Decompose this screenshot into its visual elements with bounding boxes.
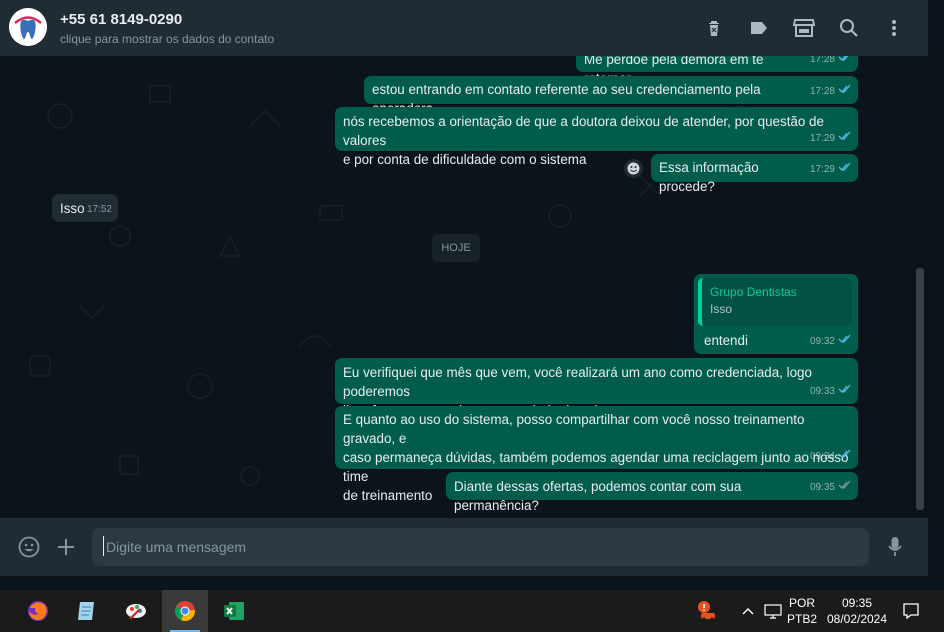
chat-header: +55 61 8149-0290 clique para mostrar os …	[0, 0, 928, 56]
text-caret	[103, 536, 104, 556]
message-meta: 09:34	[810, 447, 852, 466]
quoted-text: Isso	[710, 302, 733, 316]
quoted-author: Grupo Dentistas	[710, 285, 797, 299]
notifications-icon[interactable]	[898, 590, 924, 632]
message-time: 17:29	[809, 133, 835, 144]
message-time: 09:34	[809, 451, 835, 462]
message-list[interactable]: Me perdoe pela demora em te retornar 17:…	[0, 56, 928, 518]
store-icon[interactable]	[792, 16, 816, 40]
chrome-icon[interactable]	[162, 590, 208, 632]
message-bubble-outgoing[interactable]: estou entrando em contato referente ao s…	[364, 76, 858, 116]
contact-info-hint[interactable]: clique para mostrar os dados do contato	[60, 32, 274, 46]
keyboard-layout: PTB2	[786, 612, 817, 626]
date-divider: HOJE	[432, 234, 480, 262]
quoted-message[interactable]: Grupo Dentistas Isso	[698, 278, 852, 326]
double-check-icon	[838, 382, 852, 401]
message-composer: Digite uma mensagem	[0, 518, 928, 576]
message-text: Essa informação procede?	[659, 160, 759, 194]
message-input[interactable]: Digite uma mensagem	[92, 528, 869, 566]
paint-icon[interactable]	[113, 590, 159, 632]
clock-date: 08/02/2024	[826, 612, 888, 626]
trash-icon[interactable]	[702, 16, 726, 40]
language-code: POR	[788, 596, 815, 610]
message-bubble-outgoing[interactable]: nós recebemos a orientação de que a dout…	[335, 107, 858, 167]
notepad-icon[interactable]	[64, 590, 110, 632]
message-meta: 17:29	[810, 129, 852, 148]
message-time: 17:28	[809, 56, 835, 65]
attach-plus-icon[interactable]	[54, 535, 78, 559]
react-emoji-icon[interactable]	[624, 159, 643, 178]
message-time: 09:35	[809, 482, 835, 493]
double-check-icon	[838, 160, 852, 179]
message-time: 17:52	[86, 204, 112, 215]
firefox-icon[interactable]	[15, 590, 61, 632]
double-check-icon	[838, 56, 852, 69]
double-check-icon	[838, 478, 852, 497]
contact-name[interactable]: +55 61 8149-0290	[60, 11, 182, 28]
network-icon[interactable]	[762, 590, 784, 632]
update-warning-icon[interactable]	[692, 590, 720, 632]
windows-taskbar: POR PTB2 09:35 08/02/2024	[0, 590, 944, 632]
message-bubble-incoming[interactable]: Isso 17:52	[52, 194, 118, 222]
double-check-icon	[838, 129, 852, 148]
contact-avatar[interactable]	[9, 8, 47, 46]
message-time: 09:33	[809, 386, 835, 397]
clock[interactable]: 09:35 08/02/2024	[822, 590, 892, 632]
message-time: 17:28	[809, 86, 835, 97]
double-check-icon	[838, 332, 852, 351]
chevron-up-icon[interactable]	[738, 590, 758, 632]
message-meta: 17:28	[810, 82, 852, 101]
excel-icon[interactable]	[211, 590, 257, 632]
message-meta: 17:52	[87, 200, 112, 219]
message-meta: 17:29	[810, 160, 852, 179]
message-meta: 09:35	[810, 478, 852, 497]
double-check-icon	[838, 447, 852, 466]
message-bubble-outgoing[interactable]: Essa informação procede? 17:29	[651, 154, 858, 194]
message-bubble-outgoing[interactable]: Diante dessas ofertas, podemos contar co…	[446, 472, 858, 513]
message-meta: 09:32	[810, 332, 852, 351]
emoji-icon[interactable]	[17, 535, 41, 559]
menu-icon[interactable]	[882, 16, 906, 40]
message-bubble-outgoing[interactable]: Grupo Dentistas Isso entendi 09:32	[694, 274, 858, 354]
label-icon[interactable]	[747, 16, 771, 40]
message-bubble-outgoing[interactable]: E quanto ao uso do sistema, posso compar…	[335, 406, 858, 503]
message-text: Diante dessas ofertas, podemos contar co…	[454, 479, 742, 513]
message-bubble-outgoing[interactable]: Me perdoe pela demora em te retornar 17:…	[576, 56, 858, 86]
message-text: entendi	[704, 333, 748, 348]
message-bubble-outgoing[interactable]: Eu verifiquei que mês que vem, você real…	[335, 358, 858, 418]
microphone-icon[interactable]	[883, 535, 907, 559]
message-meta: 09:33	[810, 382, 852, 401]
double-check-icon	[838, 82, 852, 101]
chat-scrollbar[interactable]	[916, 268, 924, 510]
clock-time: 09:35	[841, 596, 873, 610]
message-meta: 17:28	[810, 56, 852, 69]
search-icon[interactable]	[837, 16, 861, 40]
message-time: 17:29	[809, 164, 835, 175]
language-indicator[interactable]: POR PTB2	[785, 590, 819, 632]
message-time: 09:32	[809, 336, 835, 347]
